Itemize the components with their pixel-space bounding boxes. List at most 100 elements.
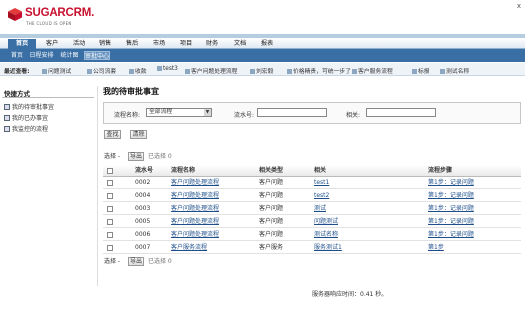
table-row: 0002 客户问题处理流程 客户问题 test1 第1步：记录问题	[103, 177, 521, 189]
sidebar: 快捷方式 我的待审批事宜 我的已办事宜 我监控的流程	[0, 86, 96, 146]
cell-serial: 0002	[135, 179, 151, 186]
cell-related[interactable]: 问题测试	[314, 216, 338, 228]
row-checkbox[interactable]	[107, 245, 113, 251]
record-icon	[129, 69, 134, 74]
recent-item[interactable]: 价格精贵，可统一步了	[287, 66, 351, 75]
record-icon	[287, 69, 292, 74]
related-label: 相关:	[346, 112, 361, 119]
sugarcrm-logo[interactable]: SUGARCRM. THE CLOUD IS OPEN	[8, 7, 118, 31]
column-header[interactable]: 相关	[314, 165, 326, 177]
tab-3[interactable]: 活动	[68, 39, 90, 49]
recent-item-label: 客户问题处理流程	[191, 69, 238, 75]
recently-viewed-bar: 最近查看: 问题测试 公司流套 收款 test3 客户问题处理流程 刘宏毅 价格精贵，可统一…	[0, 63, 525, 76]
cell-flow[interactable]: 客户问题处理流程	[171, 216, 219, 228]
tab-10[interactable]: 报表	[256, 39, 278, 49]
recent-item-label: 收款	[135, 69, 147, 75]
recent-item[interactable]: 公司流套	[87, 66, 116, 75]
cell-type: 客户服务	[259, 244, 284, 251]
close-icon[interactable]: x	[517, 2, 521, 10]
serial-label: 流水号:	[234, 112, 255, 119]
recent-item[interactable]: 标报	[412, 66, 430, 75]
column-header[interactable]: 流程步骤	[428, 165, 452, 177]
brand-tagline: THE CLOUD IS OPEN	[26, 21, 72, 26]
header: SUGARCRM. THE CLOUD IS OPEN x	[0, 0, 525, 34]
related-input[interactable]	[366, 108, 436, 117]
recent-item[interactable]: 客户服务流程	[352, 66, 393, 75]
cell-flow[interactable]: 客户问题处理流程	[171, 177, 219, 189]
cell-type: 客户问题	[259, 205, 284, 212]
row-checkbox[interactable]	[107, 193, 113, 199]
subtab-2[interactable]: 日程安排	[28, 51, 55, 60]
cell-flow[interactable]: 客户服务流程	[171, 242, 207, 254]
cell-step[interactable]: 第1步：记录问题	[428, 203, 474, 215]
select-all-checkbox[interactable]	[107, 168, 113, 174]
cell-related[interactable]: 测试名称	[314, 229, 338, 241]
serial-input[interactable]	[257, 108, 327, 117]
record-icon	[42, 69, 47, 74]
tab-1[interactable]: 首页	[8, 39, 36, 49]
cell-step[interactable]: 第1步：记录问题	[428, 216, 474, 228]
cell-flow[interactable]: 客户问题处理流程	[171, 203, 219, 215]
page-title: 我的待审批事宜	[103, 87, 159, 96]
row-checkbox[interactable]	[107, 180, 113, 186]
cell-serial: 0004	[135, 192, 151, 199]
record-icon	[185, 69, 190, 74]
subtab-3[interactable]: 统计图	[57, 51, 82, 60]
cell-flow[interactable]: 客户问题处理流程	[171, 190, 219, 202]
column-header[interactable]: 流水号	[135, 165, 153, 177]
subtab-4[interactable]: 审批中心	[84, 51, 110, 60]
sidebar-item-2[interactable]: 我的已办事宜	[4, 113, 48, 122]
recent-item[interactable]: 问题测试	[42, 66, 71, 75]
recent-item[interactable]: 测试名称	[440, 66, 469, 75]
cell-step[interactable]: 第1步	[428, 242, 444, 254]
export-button[interactable]: 导出	[128, 257, 144, 266]
cell-serial: 0005	[135, 218, 151, 225]
cell-related[interactable]: test1	[314, 177, 329, 189]
export-button[interactable]: 导出	[128, 152, 144, 161]
column-header[interactable]: 流程名称	[171, 165, 195, 177]
table-row: 0007 客户服务流程 客户服务 服务测试1 第1步	[103, 242, 521, 254]
sub-navigation: 首页 日程安排 统计图 审批中心	[0, 49, 525, 62]
cell-step[interactable]: 第1步：记录问题	[428, 177, 474, 189]
cell-type: 客户问题	[259, 192, 284, 199]
cell-flow[interactable]: 客户问题处理流程	[171, 229, 219, 241]
recent-item[interactable]: test3	[157, 66, 178, 72]
row-checkbox[interactable]	[107, 232, 113, 238]
flow-name-select[interactable]: 全部流程 ▼	[146, 108, 212, 117]
tab-2[interactable]: 客户	[40, 39, 64, 49]
tab-5[interactable]: 售后	[121, 39, 143, 49]
clear-button[interactable]: 清除	[130, 130, 147, 139]
recent-item[interactable]: 客户问题处理流程	[185, 66, 237, 75]
recent-item-label: test3	[163, 66, 178, 72]
tab-6[interactable]: 市场	[148, 39, 170, 49]
recent-item-label: 价格精贵，可统一步了	[293, 69, 351, 75]
cell-step[interactable]: 第1步：记录问题	[428, 229, 474, 241]
table-row: 0006 客户问题处理流程 客户问题 测试名称 第1步：记录问题	[103, 229, 521, 241]
tab-8[interactable]: 财务	[201, 39, 223, 49]
tab-4[interactable]: 销售	[94, 39, 116, 49]
pagination-bottom: 选择 - 导出 已选择 0	[103, 256, 521, 267]
cell-step[interactable]: 第1步：记录问题	[428, 190, 474, 202]
record-icon	[87, 69, 92, 74]
subtab-1[interactable]: 首页	[8, 51, 26, 60]
tab-9[interactable]: 文档	[228, 39, 252, 49]
record-icon	[412, 69, 417, 74]
cell-related[interactable]: test2	[314, 190, 329, 202]
table-row: 0005 客户问题处理流程 客户问题 问题测试 第1步：记录问题	[103, 216, 521, 228]
cell-related[interactable]: 测试	[314, 203, 326, 215]
cell-related[interactable]: 服务测试1	[314, 242, 342, 254]
recent-item[interactable]: 收款	[129, 66, 147, 75]
record-icon	[352, 69, 357, 74]
sidebar-item-1[interactable]: 我的待审批事宜	[4, 102, 54, 111]
column-header[interactable]: 相关类型	[259, 165, 283, 177]
recent-item[interactable]: 刘宏毅	[250, 66, 273, 75]
search-button[interactable]: 查找	[104, 130, 121, 139]
tab-7[interactable]: 项目	[175, 39, 197, 49]
select-menu[interactable]: 选择 -	[104, 256, 120, 267]
select-menu[interactable]: 选择 -	[104, 151, 120, 162]
row-checkbox[interactable]	[107, 219, 113, 225]
row-checkbox[interactable]	[107, 206, 113, 212]
sidebar-divider	[2, 97, 94, 98]
inbox-icon	[4, 104, 10, 110]
sidebar-item-3[interactable]: 我监控的流程	[4, 124, 48, 133]
